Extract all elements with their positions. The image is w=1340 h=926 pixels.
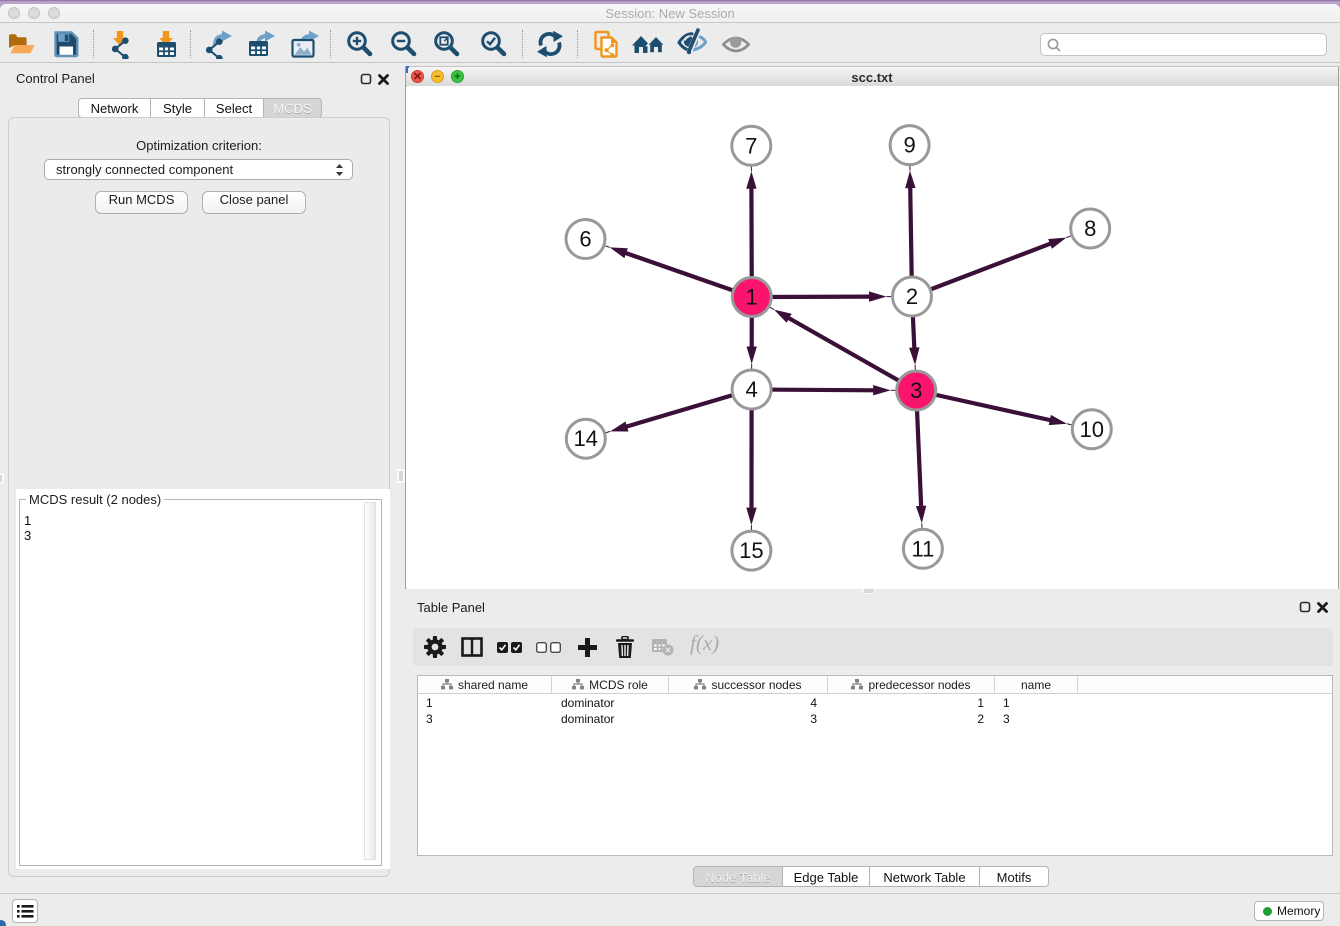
svg-text:15: 15: [739, 538, 763, 563]
svg-text:4: 4: [745, 377, 757, 402]
svg-text:1: 1: [746, 285, 758, 310]
svg-text:7: 7: [745, 133, 757, 158]
svg-text:2: 2: [906, 284, 918, 309]
svg-text:6: 6: [579, 227, 591, 252]
svg-text:14: 14: [574, 426, 598, 451]
svg-text:11: 11: [911, 536, 934, 561]
svg-text:10: 10: [1080, 417, 1104, 442]
svg-text:8: 8: [1084, 216, 1096, 241]
svg-text:3: 3: [910, 378, 922, 403]
svg-text:9: 9: [903, 133, 915, 158]
